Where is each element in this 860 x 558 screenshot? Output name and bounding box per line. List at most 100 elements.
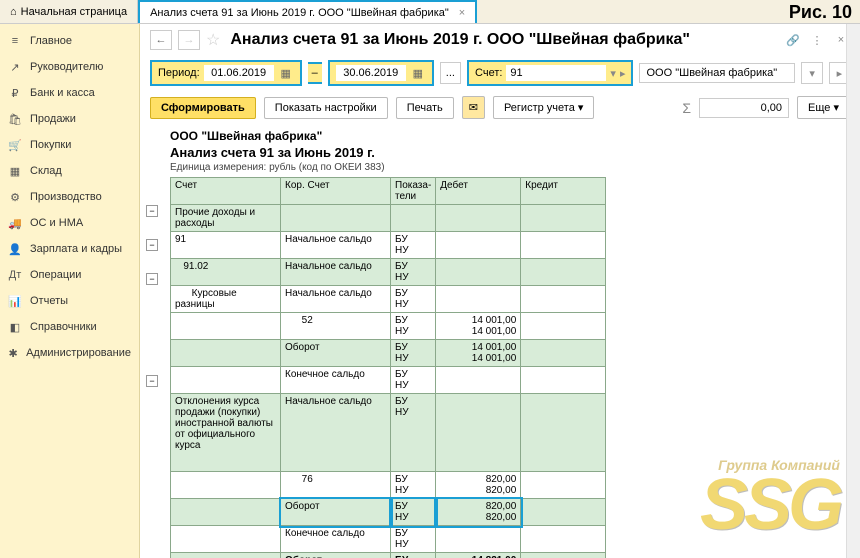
sidebar-item-10[interactable]: 📊 Отчеты [0, 288, 139, 314]
sidebar-label: Производство [30, 191, 102, 203]
th-account: Счет [171, 178, 281, 205]
close-icon[interactable]: × [459, 7, 465, 19]
table-row[interactable]: 52БУНУ14 001,0014 001,00 [171, 313, 606, 340]
title-row: ← → ☆ Анализ счета 91 за Июнь 2019 г. ОО… [140, 24, 860, 56]
filter-bar: Период: ▦ – ▦ ... Счет: ▾ ▸ ▾ ▸ [140, 56, 860, 90]
table-row[interactable]: Конечное сальдоБУНУ [171, 526, 606, 553]
tree-expand-column: − − − − [146, 205, 158, 409]
tree-collapse-node[interactable]: − [146, 239, 158, 251]
table-row[interactable]: ОборотБУНУ820,00820,00 [171, 499, 606, 526]
sidebar-item-0[interactable]: ≡ Главное [0, 28, 139, 54]
star-icon[interactable]: ☆ [206, 30, 220, 50]
sidebar-label: Покупки [30, 139, 71, 151]
report-org: ООО "Швейная фабрика" [170, 129, 850, 143]
sidebar-item-7[interactable]: 🚚 ОС и НМА [0, 210, 139, 236]
table-row[interactable]: 91Начальное сальдоБУНУ [171, 232, 606, 259]
period-picker-button[interactable]: ... [440, 62, 461, 84]
th-kor: Кор. Счет [281, 178, 391, 205]
tab-active-label: Анализ счета 91 за Июнь 2019 г. ООО "Шве… [150, 7, 449, 19]
forward-button[interactable]: → [178, 30, 200, 50]
settings-button[interactable]: Показать настройки [264, 97, 388, 119]
period-label: Период: [158, 67, 200, 79]
more-button[interactable]: Еще ▾ [797, 96, 850, 119]
sidebar-label: Руководителю [30, 61, 103, 73]
sidebar-icon: 🛒 [8, 138, 22, 152]
open-icon[interactable]: ▸ [620, 67, 626, 80]
org-dropdown-icon[interactable]: ▾ [801, 62, 822, 84]
th-debit: Дебет [436, 178, 521, 205]
tab-home-label: Начальная страница [21, 6, 127, 18]
sidebar-item-9[interactable]: Дт Операции [0, 262, 139, 288]
table-row[interactable]: 76БУНУ820,00820,00 [171, 472, 606, 499]
watermark: Группа Компаний SSG [700, 457, 840, 538]
dropdown-icon[interactable]: ▾ [610, 67, 616, 80]
scrollbar-vertical[interactable] [846, 24, 860, 558]
sidebar-item-3[interactable]: 🛍 Продажи [0, 106, 139, 132]
th-indicators: Показа- тели [391, 178, 436, 205]
sidebar-label: ОС и НМА [30, 217, 83, 229]
sidebar-item-12[interactable]: ✱Администрирование [0, 340, 139, 366]
period-to-box: ▦ [328, 60, 434, 86]
register-button[interactable]: Регистр учета ▾ [493, 96, 594, 119]
back-button[interactable]: ← [150, 30, 172, 50]
report-unit: Единица измерения: рубль (код по ОКЕИ 38… [170, 162, 850, 173]
sigma-icon: Σ [682, 100, 691, 116]
sidebar-item-5[interactable]: ▦Склад [0, 158, 139, 184]
watermark-top: Группа Компаний [700, 457, 840, 473]
account-input[interactable] [506, 65, 606, 81]
account-label: Счет: [475, 67, 502, 79]
sidebar-icon: 👤 [8, 242, 22, 256]
table-row[interactable]: Курсовые разницыНачальное сальдоБУНУ [171, 286, 606, 313]
sidebar-icon: Дт [8, 268, 22, 282]
sidebar-item-6[interactable]: ⚙Производство [0, 184, 139, 210]
sidebar-label: Справочники [30, 321, 97, 333]
sidebar-label: Продажи [30, 113, 76, 125]
home-icon: ⌂ [10, 6, 17, 18]
sidebar-icon: 🛍 [8, 112, 22, 126]
sidebar-item-8[interactable]: 👤 Зарплата и кадры [0, 236, 139, 262]
sidebar-icon: ≡ [8, 34, 22, 48]
tree-collapse-node[interactable]: − [146, 375, 158, 387]
table-row[interactable]: Прочие доходы и расходы [171, 205, 606, 232]
tab-home[interactable]: ⌂ Начальная страница [0, 0, 138, 23]
sidebar-item-11[interactable]: ◧Справочники [0, 314, 139, 340]
tab-analysis[interactable]: Анализ счета 91 за Июнь 2019 г. ООО "Шве… [138, 0, 477, 23]
sidebar-icon: 🚚 [8, 216, 22, 230]
report-table: Счет Кор. Счет Показа- тели Дебет Кредит… [170, 177, 606, 558]
date-separator: – [308, 62, 322, 84]
sidebar-label: Отчеты [30, 295, 68, 307]
table-row[interactable]: Конечное сальдоБУНУ [171, 367, 606, 394]
sidebar-item-4[interactable]: 🛒 Покупки [0, 132, 139, 158]
sidebar-icon: 📊 [8, 294, 22, 308]
link-icon[interactable]: 🔗 [784, 31, 802, 49]
calendar-icon[interactable]: ▦ [278, 67, 294, 80]
report-area: − − − − ООО "Швейная фабрика" Анализ сче… [140, 125, 860, 558]
table-row[interactable]: Отклонения курса продажи (покупки) иност… [171, 394, 606, 472]
print-button[interactable]: Печать [396, 97, 454, 119]
table-row[interactable]: ОборотБУНУ14 821,0014 821,00 [171, 553, 606, 558]
action-bar: Сформировать Показать настройки Печать ✉… [140, 90, 860, 125]
sidebar-item-1[interactable]: ↗Руководителю [0, 54, 139, 80]
mail-button[interactable]: ✉ [462, 96, 485, 119]
org-input[interactable] [639, 63, 795, 83]
report-title: Анализ счета 91 за Июнь 2019 г. [170, 145, 850, 160]
sidebar-label: Зарплата и кадры [30, 243, 122, 255]
calendar-icon[interactable]: ▦ [410, 67, 426, 80]
sidebar: ≡ Главное ↗Руководителю ₽ Банк и касса 🛍 Прода… [0, 24, 140, 558]
date-from-input[interactable] [204, 65, 274, 81]
tree-collapse-node[interactable]: − [146, 205, 158, 217]
sidebar-label: Главное [30, 35, 72, 47]
table-row[interactable]: 91.02Начальное сальдоБУНУ [171, 259, 606, 286]
sidebar-label: Банк и касса [30, 87, 95, 99]
sidebar-icon: ₽ [8, 86, 22, 100]
date-to-input[interactable] [336, 65, 406, 81]
form-button[interactable]: Сформировать [150, 97, 256, 119]
period-box: Период: ▦ [150, 60, 302, 86]
more-icon[interactable]: ⋮ [808, 31, 826, 49]
sidebar-item-2[interactable]: ₽ Банк и касса [0, 80, 139, 106]
tree-collapse-node[interactable]: − [146, 273, 158, 285]
sidebar-label: Операции [30, 269, 81, 281]
th-credit: Кредит [521, 178, 606, 205]
tabs-bar: ⌂ Начальная страница Анализ счета 91 за … [0, 0, 860, 24]
table-row[interactable]: ОборотБУНУ14 001,0014 001,00 [171, 340, 606, 367]
